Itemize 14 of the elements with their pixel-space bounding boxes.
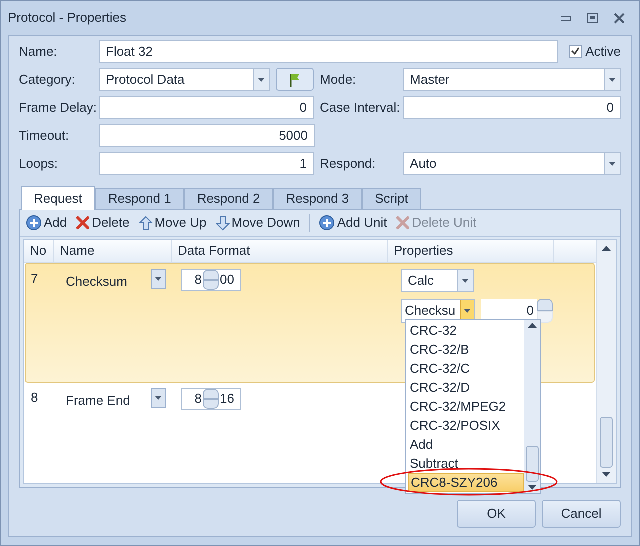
row-number: 8: [30, 389, 40, 407]
field-label: Respond:: [320, 154, 377, 173]
field-label: Name:: [19, 42, 58, 61]
table-cell-text: Frame End: [66, 392, 132, 410]
field-label: Mode:: [320, 70, 358, 89]
field-label: Category:: [19, 70, 76, 89]
row-number: 7: [30, 270, 40, 288]
field-label: Timeout:: [19, 126, 70, 145]
field-label: Loops:: [19, 154, 60, 173]
field-label: Frame Delay:: [19, 98, 98, 117]
window-title: Protocol - Properties: [8, 9, 128, 28]
table-cell-text: Checksum: [66, 273, 128, 291]
checkbox-label: Active: [586, 42, 621, 61]
field-label: Case Interval:: [320, 98, 402, 117]
